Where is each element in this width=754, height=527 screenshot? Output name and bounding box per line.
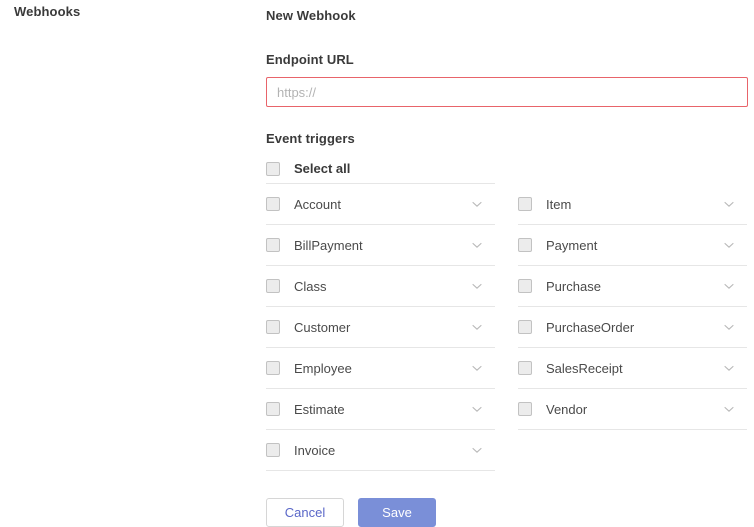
trigger-label: Purchase — [546, 278, 601, 294]
trigger-columns: Account BillPayment Class Customer Employee E… — [266, 184, 754, 471]
trigger-checkbox[interactable] — [266, 361, 280, 375]
trigger-row[interactable]: Employee — [266, 348, 495, 389]
trigger-row[interactable]: Purchase — [518, 266, 747, 307]
chevron-down-icon[interactable] — [471, 239, 483, 251]
trigger-row[interactable]: Vendor — [518, 389, 747, 430]
trigger-column-left: Account BillPayment Class Customer Employee E… — [266, 184, 495, 471]
trigger-row[interactable]: Customer — [266, 307, 495, 348]
trigger-row[interactable]: Invoice — [266, 430, 495, 471]
trigger-checkbox[interactable] — [518, 402, 532, 416]
trigger-checkbox[interactable] — [518, 279, 532, 293]
chevron-down-icon[interactable] — [723, 403, 735, 415]
trigger-label: Estimate — [294, 401, 345, 417]
endpoint-url-label: Endpoint URL — [266, 52, 354, 67]
chevron-down-icon[interactable] — [471, 321, 483, 333]
trigger-row[interactable]: Class — [266, 266, 495, 307]
trigger-row[interactable]: Payment — [518, 225, 747, 266]
chevron-down-icon[interactable] — [471, 362, 483, 374]
trigger-row[interactable]: Account — [266, 184, 495, 225]
select-all-row[interactable]: Select all — [266, 154, 495, 184]
select-all-label: Select all — [294, 161, 351, 176]
trigger-checkbox[interactable] — [266, 443, 280, 457]
new-webhook-panel: New Webhook Endpoint URL Event triggers … — [266, 0, 754, 527]
trigger-label: Employee — [294, 360, 352, 376]
trigger-label: Item — [546, 196, 572, 212]
trigger-label: Payment — [546, 237, 598, 253]
trigger-checkbox[interactable] — [518, 320, 532, 334]
chevron-down-icon[interactable] — [723, 362, 735, 374]
trigger-row[interactable]: Estimate — [266, 389, 495, 430]
trigger-label: BillPayment — [294, 237, 363, 253]
trigger-checkbox[interactable] — [266, 402, 280, 416]
trigger-checkbox[interactable] — [266, 279, 280, 293]
chevron-down-icon[interactable] — [723, 198, 735, 210]
chevron-down-icon[interactable] — [471, 198, 483, 210]
panel-title: New Webhook — [266, 8, 356, 23]
trigger-label: Invoice — [294, 442, 336, 458]
trigger-row[interactable]: Item — [518, 184, 747, 225]
endpoint-url-input[interactable] — [266, 77, 748, 107]
trigger-column-right: Item Payment Purchase PurchaseOrder SalesRec… — [518, 184, 747, 471]
trigger-label: Customer — [294, 319, 351, 335]
chevron-down-icon[interactable] — [723, 321, 735, 333]
trigger-row[interactable]: PurchaseOrder — [518, 307, 747, 348]
trigger-label: Account — [294, 196, 341, 212]
trigger-checkbox[interactable] — [266, 238, 280, 252]
trigger-row[interactable]: BillPayment — [266, 225, 495, 266]
trigger-label: Class — [294, 278, 327, 294]
trigger-checkbox[interactable] — [518, 197, 532, 211]
page-title: Webhooks — [14, 4, 81, 19]
trigger-label: SalesReceipt — [546, 360, 623, 376]
trigger-checkbox[interactable] — [266, 197, 280, 211]
trigger-checkbox[interactable] — [518, 361, 532, 375]
trigger-label: PurchaseOrder — [546, 319, 635, 335]
trigger-label: Vendor — [546, 401, 588, 417]
chevron-down-icon[interactable] — [471, 280, 483, 292]
select-all-checkbox[interactable] — [266, 161, 280, 176]
chevron-down-icon[interactable] — [723, 239, 735, 251]
event-triggers-label: Event triggers — [266, 131, 355, 146]
trigger-checkbox[interactable] — [518, 238, 532, 252]
save-button[interactable]: Save — [358, 498, 436, 527]
chevron-down-icon[interactable] — [471, 444, 483, 456]
trigger-row[interactable]: SalesReceipt — [518, 348, 747, 389]
trigger-checkbox[interactable] — [266, 320, 280, 334]
chevron-down-icon[interactable] — [723, 280, 735, 292]
form-actions: Cancel Save — [266, 498, 754, 527]
chevron-down-icon[interactable] — [471, 403, 483, 415]
cancel-button[interactable]: Cancel — [266, 498, 344, 527]
